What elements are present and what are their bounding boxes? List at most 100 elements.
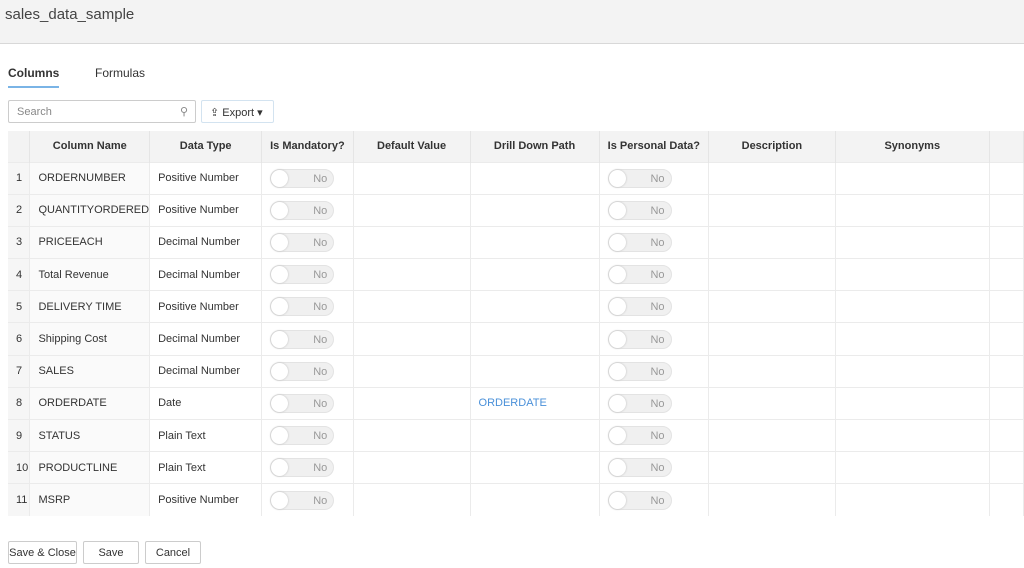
- drill-down-cell[interactable]: [470, 193, 600, 227]
- description-cell[interactable]: [708, 354, 836, 388]
- default-value-cell[interactable]: [353, 322, 471, 356]
- data-type-cell[interactable]: Plain Text: [149, 451, 263, 484]
- column-name-cell[interactable]: ORDERDATE: [29, 386, 151, 420]
- drill-down-cell[interactable]: [470, 354, 600, 388]
- toggle-label: No: [313, 269, 328, 282]
- default-value-cell[interactable]: [353, 386, 471, 420]
- personal-data-toggle[interactable]: No: [607, 393, 672, 413]
- synonyms-cell[interactable]: [835, 290, 990, 323]
- column-name-cell[interactable]: PRICEEACH: [29, 225, 151, 259]
- cancel-button[interactable]: Cancel: [145, 541, 201, 564]
- description-cell[interactable]: [708, 193, 836, 227]
- personal-data-toggle[interactable]: No: [607, 426, 672, 446]
- personal-data-toggle[interactable]: No: [607, 232, 672, 252]
- drill-down-cell[interactable]: [470, 290, 600, 323]
- personal-data-toggle[interactable]: No: [607, 265, 672, 285]
- save-close-button[interactable]: Save & Close: [8, 541, 77, 564]
- column-name-cell[interactable]: SALES: [29, 354, 151, 388]
- tab-columns[interactable]: Columns: [8, 66, 60, 88]
- data-type-cell[interactable]: Positive Number: [149, 290, 263, 323]
- toggle-label: No: [313, 462, 328, 475]
- data-type-cell[interactable]: Decimal Number: [149, 354, 263, 388]
- mandatory-toggle[interactable]: No: [270, 329, 335, 349]
- synonyms-cell[interactable]: [835, 322, 990, 356]
- personal-data-toggle[interactable]: No: [607, 329, 672, 349]
- data-type-cell[interactable]: Decimal Number: [149, 225, 263, 259]
- drill-down-cell[interactable]: [470, 225, 600, 259]
- column-name-cell[interactable]: DELIVERY TIME: [29, 290, 151, 323]
- description-cell[interactable]: [708, 418, 836, 452]
- synonyms-cell[interactable]: [835, 225, 990, 259]
- table-row: 3 PRICEEACH Decimal Number No No: [8, 225, 1024, 259]
- mandatory-toggle[interactable]: No: [270, 361, 335, 381]
- data-type-cell[interactable]: Plain Text: [149, 418, 263, 452]
- default-value-cell[interactable]: [353, 193, 471, 227]
- drill-down-cell[interactable]: [470, 258, 600, 291]
- tab-formulas[interactable]: Formulas: [95, 66, 145, 80]
- save-button[interactable]: Save: [83, 541, 139, 564]
- drill-down-cell[interactable]: ORDERDATE: [470, 386, 600, 420]
- default-value-cell[interactable]: [353, 161, 471, 195]
- column-name-cell[interactable]: ORDERNUMBER: [29, 161, 151, 195]
- personal-data-toggle[interactable]: No: [607, 458, 672, 478]
- data-type-cell[interactable]: Positive Number: [149, 193, 263, 227]
- mandatory-toggle[interactable]: No: [270, 265, 335, 285]
- drill-down-cell[interactable]: [470, 322, 600, 356]
- description-cell[interactable]: [708, 451, 836, 484]
- description-cell[interactable]: [708, 290, 836, 323]
- column-name-cell[interactable]: Shipping Cost: [29, 322, 151, 356]
- search-input[interactable]: Search ⚲: [8, 100, 196, 123]
- mandatory-toggle[interactable]: No: [270, 232, 335, 252]
- synonyms-cell[interactable]: [835, 161, 990, 195]
- default-value-cell[interactable]: [353, 483, 471, 517]
- default-value-cell[interactable]: [353, 258, 471, 291]
- default-value-cell[interactable]: [353, 354, 471, 388]
- synonyms-cell[interactable]: [835, 451, 990, 484]
- synonyms-cell[interactable]: [835, 354, 990, 388]
- drill-down-cell[interactable]: [470, 161, 600, 195]
- description-cell[interactable]: [708, 386, 836, 420]
- column-name-cell[interactable]: QUANTITYORDERED: [29, 193, 151, 227]
- mandatory-toggle[interactable]: No: [270, 458, 335, 478]
- description-cell[interactable]: [708, 258, 836, 291]
- drill-down-cell[interactable]: [470, 418, 600, 452]
- column-name-cell[interactable]: MSRP: [29, 483, 151, 517]
- column-name-cell[interactable]: STATUS: [29, 418, 151, 452]
- mandatory-toggle[interactable]: No: [270, 490, 335, 510]
- mandatory-toggle[interactable]: No: [270, 426, 335, 446]
- column-name-cell[interactable]: Total Revenue: [29, 258, 151, 291]
- personal-data-toggle[interactable]: No: [607, 490, 672, 510]
- synonyms-cell[interactable]: [835, 483, 990, 517]
- columns-table: Column Name Data Type Is Mandatory? Default…: [8, 131, 1024, 517]
- description-cell[interactable]: [708, 483, 836, 517]
- personal-data-toggle[interactable]: No: [607, 168, 672, 188]
- drill-down-cell[interactable]: [470, 483, 600, 517]
- description-cell[interactable]: [708, 161, 836, 195]
- synonyms-cell[interactable]: [835, 386, 990, 420]
- data-type-cell[interactable]: Decimal Number: [149, 322, 263, 356]
- mandatory-toggle[interactable]: No: [270, 200, 335, 220]
- column-name-cell[interactable]: PRODUCTLINE: [29, 451, 151, 484]
- default-value-cell[interactable]: [353, 418, 471, 452]
- data-type-cell[interactable]: Positive Number: [149, 483, 263, 517]
- synonyms-cell[interactable]: [835, 193, 990, 227]
- data-type-cell[interactable]: Decimal Number: [149, 258, 263, 291]
- personal-data-toggle[interactable]: No: [607, 200, 672, 220]
- default-value-cell[interactable]: [353, 290, 471, 323]
- data-type-cell[interactable]: Positive Number: [149, 161, 263, 195]
- drill-down-cell[interactable]: [470, 451, 600, 484]
- toggle-knob: [608, 330, 626, 348]
- mandatory-toggle[interactable]: No: [270, 393, 335, 413]
- default-value-cell[interactable]: [353, 225, 471, 259]
- description-cell[interactable]: [708, 225, 836, 259]
- default-value-cell[interactable]: [353, 451, 471, 484]
- mandatory-toggle[interactable]: No: [270, 297, 335, 317]
- personal-data-toggle[interactable]: No: [607, 297, 672, 317]
- data-type-cell[interactable]: Date: [149, 386, 263, 420]
- synonyms-cell[interactable]: [835, 258, 990, 291]
- export-button[interactable]: ⇪ Export ▾: [201, 100, 274, 123]
- personal-data-toggle[interactable]: No: [607, 361, 672, 381]
- description-cell[interactable]: [708, 322, 836, 356]
- synonyms-cell[interactable]: [835, 418, 990, 452]
- mandatory-toggle[interactable]: No: [270, 168, 335, 188]
